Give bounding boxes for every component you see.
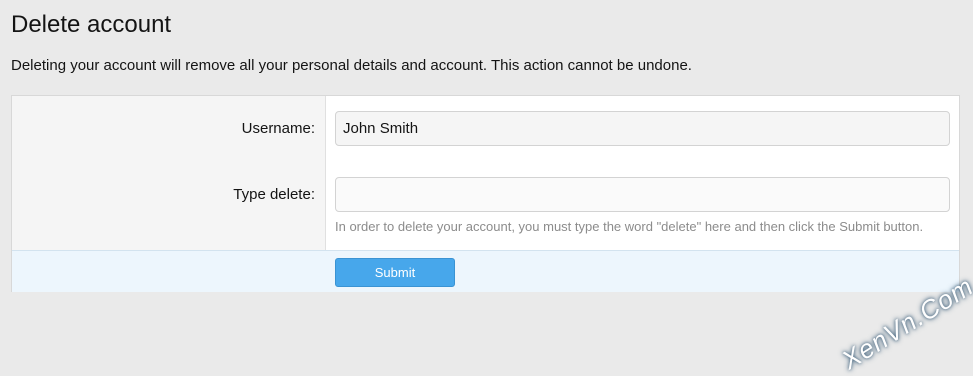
username-label: Username: (241, 120, 315, 137)
page-description: Deleting your account will remove all yo… (11, 57, 692, 74)
username-field[interactable] (335, 111, 950, 146)
delete-account-form: Username: Type delete: In order to delet… (11, 95, 960, 292)
form-footer: Submit (12, 250, 959, 292)
label-column: Username: Type delete: (12, 96, 326, 250)
type-delete-label: Type delete: (233, 186, 315, 203)
submit-button[interactable]: Submit (335, 258, 455, 287)
type-delete-hint: In order to delete your account, you mus… (335, 219, 924, 234)
type-delete-field[interactable] (335, 177, 950, 212)
page-title: Delete account (11, 11, 172, 38)
